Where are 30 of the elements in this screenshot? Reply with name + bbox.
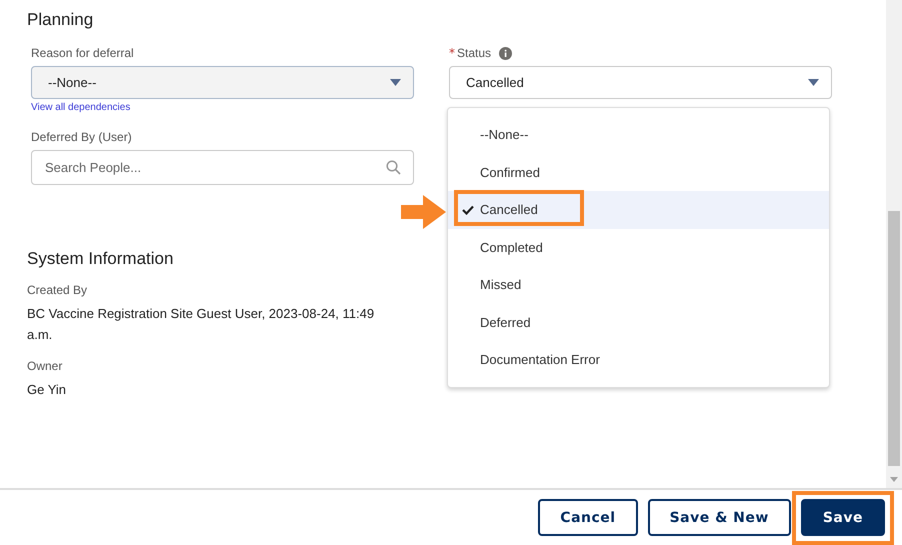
caret-icon [390,79,401,86]
status-select[interactable]: Cancelled [449,66,832,99]
info-icon [499,46,512,60]
field-value: BC Vaccine Registration Site Guest User, 2023-08-24, 11:49 a.m. [27,305,376,344]
search-field[interactable]: Search People... [31,150,414,185]
status-option[interactable]: Completed [448,228,829,266]
footer-button[interactable]: Cancel [538,499,638,536]
status-option[interactable]: Deferred [448,304,829,341]
footer-button[interactable]: Save & New [648,499,791,536]
section-title: Planning [27,10,94,30]
scroll-down-icon[interactable] [890,477,898,482]
search-icon [386,160,401,175]
scrollbar-thumb[interactable] [888,211,900,466]
status-option[interactable]: Cancelled [448,191,829,228]
caret-icon [808,79,819,86]
field-label: Deferred By (User) [31,130,133,144]
field-label: Reason for deferral [31,46,135,60]
field-label: Created By [27,283,88,297]
field-label: Owner [27,359,64,373]
status-option[interactable]: Documentation Error [448,341,829,378]
status-option[interactable]: Missed [448,266,829,304]
field-value: Ge Yin [27,381,68,399]
footer-button[interactable]: Save [800,499,885,536]
section-title: System Information [27,249,174,269]
status-option[interactable]: --None-- [448,116,829,154]
required-mark: * [449,46,455,60]
field-label: Status [457,46,492,60]
pointer-arrow-icon [401,195,446,229]
check-icon [462,204,474,215]
status-option[interactable]: Confirmed [448,154,829,191]
